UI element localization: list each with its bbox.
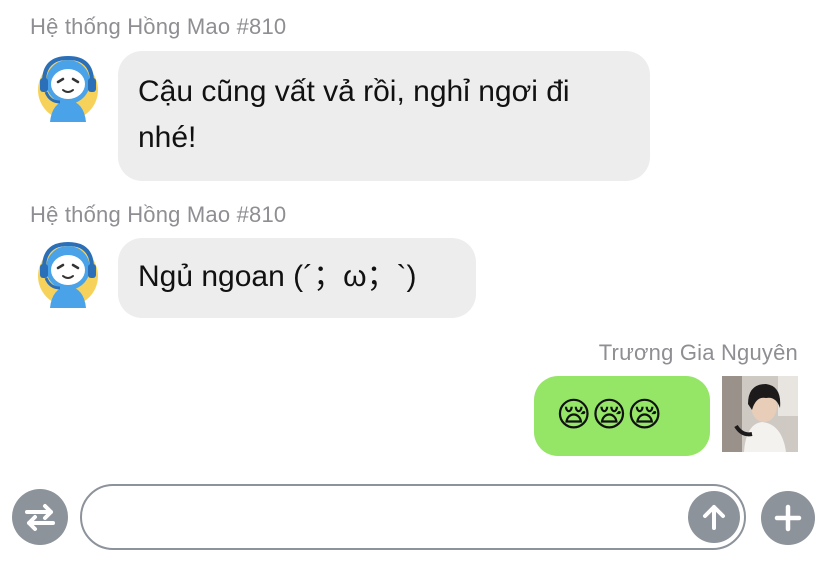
message-input-bar xyxy=(0,470,828,562)
message-text-line: nhé! xyxy=(138,121,197,154)
message-text-line: Ngủ ngoan (´；ω；`) xyxy=(138,260,417,293)
plus-icon[interactable] xyxy=(761,491,815,545)
message-text-line: Cậu cũng vất vả rồi, nghỉ ngơi đi xyxy=(138,75,570,108)
incoming-message-bubble[interactable]: Cậu cũng vất vả rồi, nghỉ ngơi đi nhé! xyxy=(118,51,650,181)
sender-name: Trương Gia Nguyên xyxy=(598,340,798,365)
arrow-up-icon[interactable] xyxy=(688,491,740,543)
swap-arrows-icon[interactable] xyxy=(12,489,68,545)
robot-headset-avatar-icon[interactable] xyxy=(32,238,104,310)
message-text-line: 😪😪😪 xyxy=(556,396,663,434)
sender-name: Hệ thống Hồng Mao #810 xyxy=(30,14,287,39)
robot-headset-avatar-icon[interactable] xyxy=(32,52,104,124)
sender-name: Hệ thống Hồng Mao #810 xyxy=(30,202,287,227)
user-avatar[interactable] xyxy=(722,376,798,452)
outgoing-message-bubble[interactable]: 😪😪😪 xyxy=(534,376,710,456)
incoming-message-bubble[interactable]: Ngủ ngoan (´；ω；`) xyxy=(118,238,476,318)
message-text-input[interactable] xyxy=(104,494,688,542)
message-input-field[interactable] xyxy=(80,484,746,550)
